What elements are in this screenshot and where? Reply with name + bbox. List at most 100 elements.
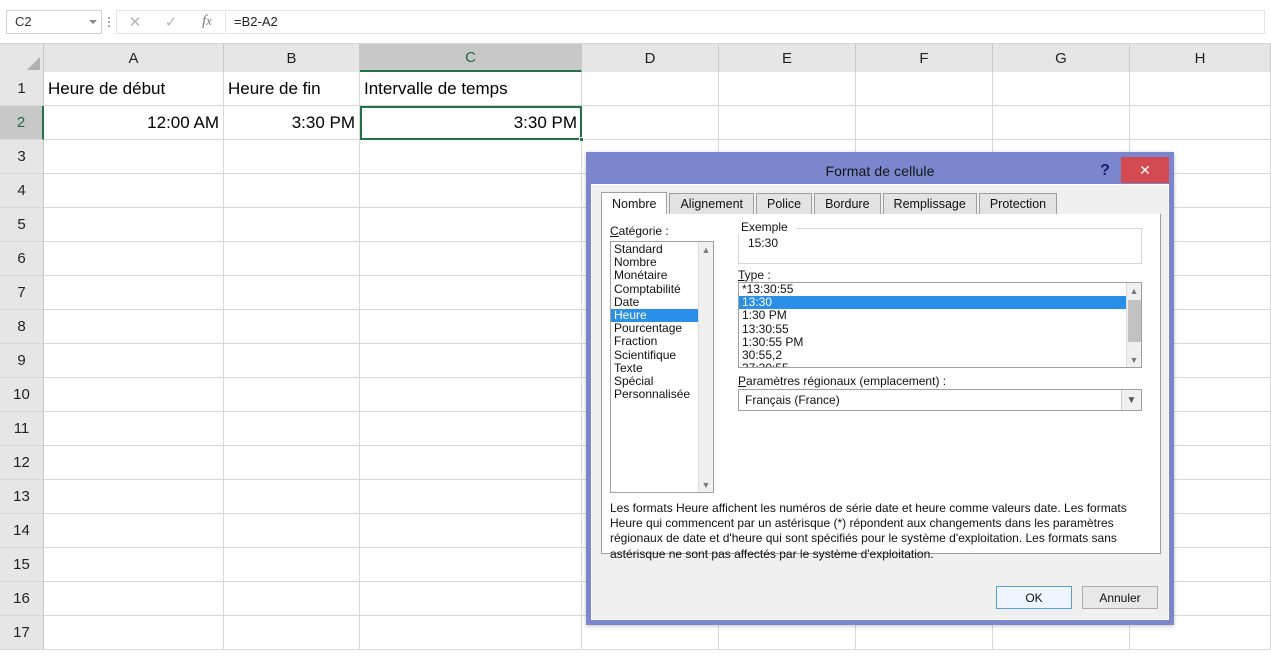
row-header-9[interactable]: 9: [0, 344, 44, 378]
ok-button[interactable]: OK: [996, 586, 1072, 609]
row-header-10[interactable]: 10: [0, 378, 44, 412]
column-header-g[interactable]: G: [993, 44, 1130, 72]
locale-dropdown[interactable]: Français (France) ▼: [738, 389, 1142, 411]
type-item[interactable]: 30:55,2: [739, 348, 1126, 362]
scrollbar-thumb[interactable]: [1128, 300, 1141, 342]
cell-H1[interactable]: [1130, 72, 1271, 106]
cell-C9[interactable]: [360, 344, 582, 378]
cell-C17[interactable]: [360, 616, 582, 650]
type-item[interactable]: 1:30:55 PM: [739, 335, 1126, 349]
cell-B2[interactable]: 3:30 PM: [224, 106, 360, 140]
row-header-2[interactable]: 2: [0, 106, 44, 140]
cell-B15[interactable]: [224, 548, 360, 582]
close-icon[interactable]: ✕: [117, 11, 153, 33]
cancel-button[interactable]: Annuler: [1082, 586, 1158, 609]
dialog-titlebar[interactable]: Format de cellule ? ✕: [591, 157, 1169, 184]
cell-A10[interactable]: [44, 378, 224, 412]
cell-A2[interactable]: 12:00 AM: [44, 106, 224, 140]
help-icon[interactable]: ?: [1093, 160, 1117, 182]
tab-remplissage[interactable]: Remplissage: [882, 193, 977, 214]
cell-A1[interactable]: Heure de début: [44, 72, 224, 106]
category-listbox[interactable]: Standard Nombre Monétaire Comptabilité Date H…: [610, 241, 714, 493]
cell-D1[interactable]: [582, 72, 719, 106]
row-header-16[interactable]: 16: [0, 582, 44, 616]
category-item[interactable]: Date: [611, 295, 698, 309]
cell-C6[interactable]: [360, 242, 582, 276]
type-item[interactable]: 13:30:55: [739, 322, 1126, 336]
column-header-d[interactable]: D: [582, 44, 719, 72]
scroll-down-icon[interactable]: ▼: [699, 477, 713, 492]
column-header-c[interactable]: C: [360, 44, 582, 72]
cell-A11[interactable]: [44, 412, 224, 446]
cell-C11[interactable]: [360, 412, 582, 446]
cell-C13[interactable]: [360, 480, 582, 514]
type-item[interactable]: 1:30 PM: [739, 309, 1126, 322]
cell-B17[interactable]: [224, 616, 360, 650]
cell-B9[interactable]: [224, 344, 360, 378]
type-item[interactable]: *13:30:55: [739, 283, 1126, 296]
cell-A4[interactable]: [44, 174, 224, 208]
cell-A16[interactable]: [44, 582, 224, 616]
cell-C15[interactable]: [360, 548, 582, 582]
cell-C7[interactable]: [360, 276, 582, 310]
column-header-b[interactable]: B: [224, 44, 360, 72]
cell-B14[interactable]: [224, 514, 360, 548]
scroll-down-icon[interactable]: ▼: [1127, 352, 1141, 367]
column-header-f[interactable]: F: [856, 44, 993, 72]
cell-A6[interactable]: [44, 242, 224, 276]
row-header-6[interactable]: 6: [0, 242, 44, 276]
cell-H2[interactable]: [1130, 106, 1271, 140]
category-item[interactable]: Monétaire: [611, 269, 698, 282]
tab-nombre[interactable]: Nombre: [601, 192, 668, 215]
cell-B12[interactable]: [224, 446, 360, 480]
cell-C10[interactable]: [360, 378, 582, 412]
scroll-up-icon[interactable]: ▲: [699, 242, 713, 257]
column-header-h[interactable]: H: [1130, 44, 1271, 72]
type-listbox[interactable]: *13:30:55 13:30 1:30 PM 13:30:55 1:30:55 PM 3…: [738, 282, 1142, 368]
row-header-5[interactable]: 5: [0, 208, 44, 242]
row-header-8[interactable]: 8: [0, 310, 44, 344]
category-scrollbar[interactable]: ▲ ▼: [698, 242, 713, 492]
tab-alignement[interactable]: Alignement: [669, 193, 755, 214]
row-header-14[interactable]: 14: [0, 514, 44, 548]
cell-B6[interactable]: [224, 242, 360, 276]
cell-F2[interactable]: [856, 106, 993, 140]
tab-bordure[interactable]: Bordure: [814, 193, 881, 214]
cell-A13[interactable]: [44, 480, 224, 514]
cell-B13[interactable]: [224, 480, 360, 514]
tab-police[interactable]: Police: [756, 193, 813, 214]
type-item[interactable]: 37:30:55: [739, 361, 1126, 367]
cell-C1[interactable]: Intervalle de temps: [360, 72, 582, 106]
cell-C5[interactable]: [360, 208, 582, 242]
cell-A15[interactable]: [44, 548, 224, 582]
cell-E1[interactable]: [719, 72, 856, 106]
cell-F1[interactable]: [856, 72, 993, 106]
row-header-15[interactable]: 15: [0, 548, 44, 582]
type-item[interactable]: 13:30: [739, 295, 1126, 310]
name-box[interactable]: C2: [6, 9, 102, 34]
cell-D2[interactable]: [582, 106, 719, 140]
chevron-down-icon[interactable]: [89, 19, 97, 24]
cell-A7[interactable]: [44, 276, 224, 310]
cell-C3[interactable]: [360, 140, 582, 174]
fill-handle[interactable]: [579, 137, 584, 142]
row-header-1[interactable]: 1: [0, 72, 44, 106]
column-header-e[interactable]: E: [719, 44, 856, 72]
cell-C2[interactable]: 3:30 PM: [360, 106, 582, 140]
chevron-down-icon[interactable]: ▼: [1121, 390, 1141, 410]
cell-E2[interactable]: [719, 106, 856, 140]
cell-C8[interactable]: [360, 310, 582, 344]
cell-B5[interactable]: [224, 208, 360, 242]
row-header-3[interactable]: 3: [0, 140, 44, 174]
row-header-11[interactable]: 11: [0, 412, 44, 446]
cell-B4[interactable]: [224, 174, 360, 208]
row-header-17[interactable]: 17: [0, 616, 44, 650]
cell-B8[interactable]: [224, 310, 360, 344]
cell-A8[interactable]: [44, 310, 224, 344]
category-item[interactable]: Texte: [611, 361, 698, 375]
fx-icon[interactable]: fx: [189, 11, 225, 33]
cell-C16[interactable]: [360, 582, 582, 616]
cell-A3[interactable]: [44, 140, 224, 174]
cell-A9[interactable]: [44, 344, 224, 378]
row-header-13[interactable]: 13: [0, 480, 44, 514]
